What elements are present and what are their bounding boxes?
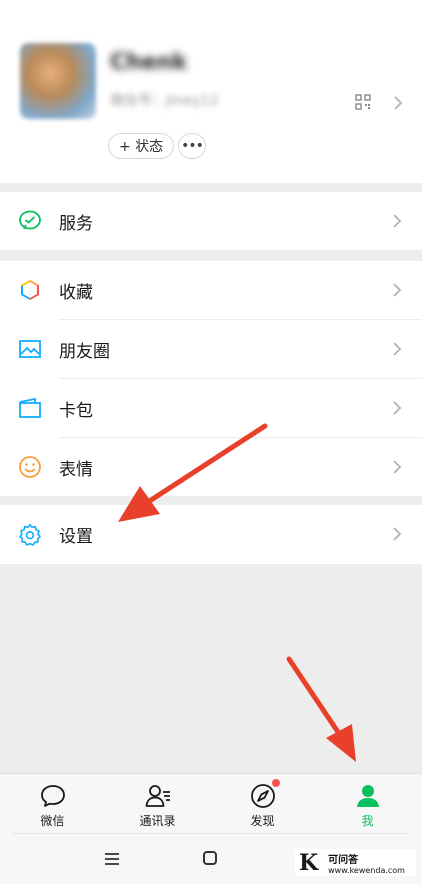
menu-item-label: 朋友圈	[59, 341, 110, 362]
menu-item-services[interactable]: 服务	[0, 192, 422, 250]
tab-discover[interactable]: 发现	[210, 774, 315, 834]
tab-me[interactable]: 我	[315, 774, 420, 834]
menu-item-settings[interactable]: 设置	[0, 505, 422, 563]
compass-icon	[250, 784, 275, 808]
settings-group: 设置	[0, 505, 422, 564]
chevron-right-icon	[392, 400, 402, 416]
tab-contacts[interactable]: 通讯录	[105, 774, 210, 834]
home-button-icon[interactable]	[203, 851, 217, 865]
chat-bubble-icon	[40, 785, 65, 807]
profile-wechat-id: 微信号：Jmey12	[110, 93, 219, 109]
watermark-title: 可问答	[328, 854, 359, 866]
more-dots-icon: •••	[181, 138, 204, 154]
menu-item-label: 表情	[59, 459, 93, 480]
chevron-right-icon	[392, 459, 402, 475]
chevron-right-icon	[392, 213, 402, 229]
watermark: K 可问答 www.kewenda.com	[295, 849, 416, 876]
cube-icon	[21, 280, 39, 300]
notification-dot	[272, 779, 280, 787]
add-status-button[interactable]: + 状态	[108, 133, 175, 159]
person-icon	[356, 785, 379, 807]
features-group: 收藏 朋友圈 卡包 表情	[0, 261, 422, 496]
menu-item-stickers[interactable]: 表情	[0, 438, 422, 496]
arrow-to-me-tab	[286, 656, 356, 762]
watermark-logo: K	[299, 849, 319, 876]
smiley-icon	[19, 456, 41, 478]
services-group: 服务	[0, 192, 422, 250]
profile-header[interactable]: Chenk 微信号：Jmey12 + 状态 •••	[0, 0, 422, 183]
divider	[12, 833, 410, 834]
bottom-tab-bar: 微信 通讯录 发现 我	[0, 773, 422, 834]
menu-item-label: 卡包	[59, 400, 93, 421]
menu-item-favorites[interactable]: 收藏	[0, 261, 422, 319]
chevron-right-icon	[392, 526, 402, 542]
watermark-url: www.kewenda.com	[328, 865, 405, 875]
menu-item-label: 服务	[59, 213, 93, 234]
menu-item-label: 收藏	[59, 282, 93, 303]
profile-nickname: Chenk	[110, 50, 188, 75]
wallet-card-icon	[19, 397, 41, 418]
chevron-right-icon	[392, 282, 402, 298]
wechat-pay-icon	[19, 210, 41, 230]
recent-apps-icon[interactable]	[104, 852, 120, 866]
gear-icon	[19, 524, 41, 546]
qr-code-icon[interactable]	[355, 94, 371, 110]
chevron-right-icon	[393, 95, 403, 111]
tab-label: 通讯录	[139, 814, 176, 828]
tab-label: 我	[361, 814, 374, 828]
menu-item-moments[interactable]: 朋友圈	[0, 320, 422, 378]
tab-label: 发现	[250, 814, 275, 828]
menu-item-label: 设置	[59, 526, 93, 547]
photo-icon	[19, 340, 41, 358]
avatar[interactable]	[20, 43, 96, 119]
chevron-right-icon	[392, 341, 402, 357]
tab-chats[interactable]: 微信	[0, 774, 105, 834]
menu-item-cards[interactable]: 卡包	[0, 379, 422, 437]
contacts-icon	[145, 785, 170, 807]
add-status-label: + 状态	[119, 139, 164, 155]
tab-label: 微信	[40, 814, 65, 828]
more-options-button[interactable]: •••	[178, 133, 206, 159]
